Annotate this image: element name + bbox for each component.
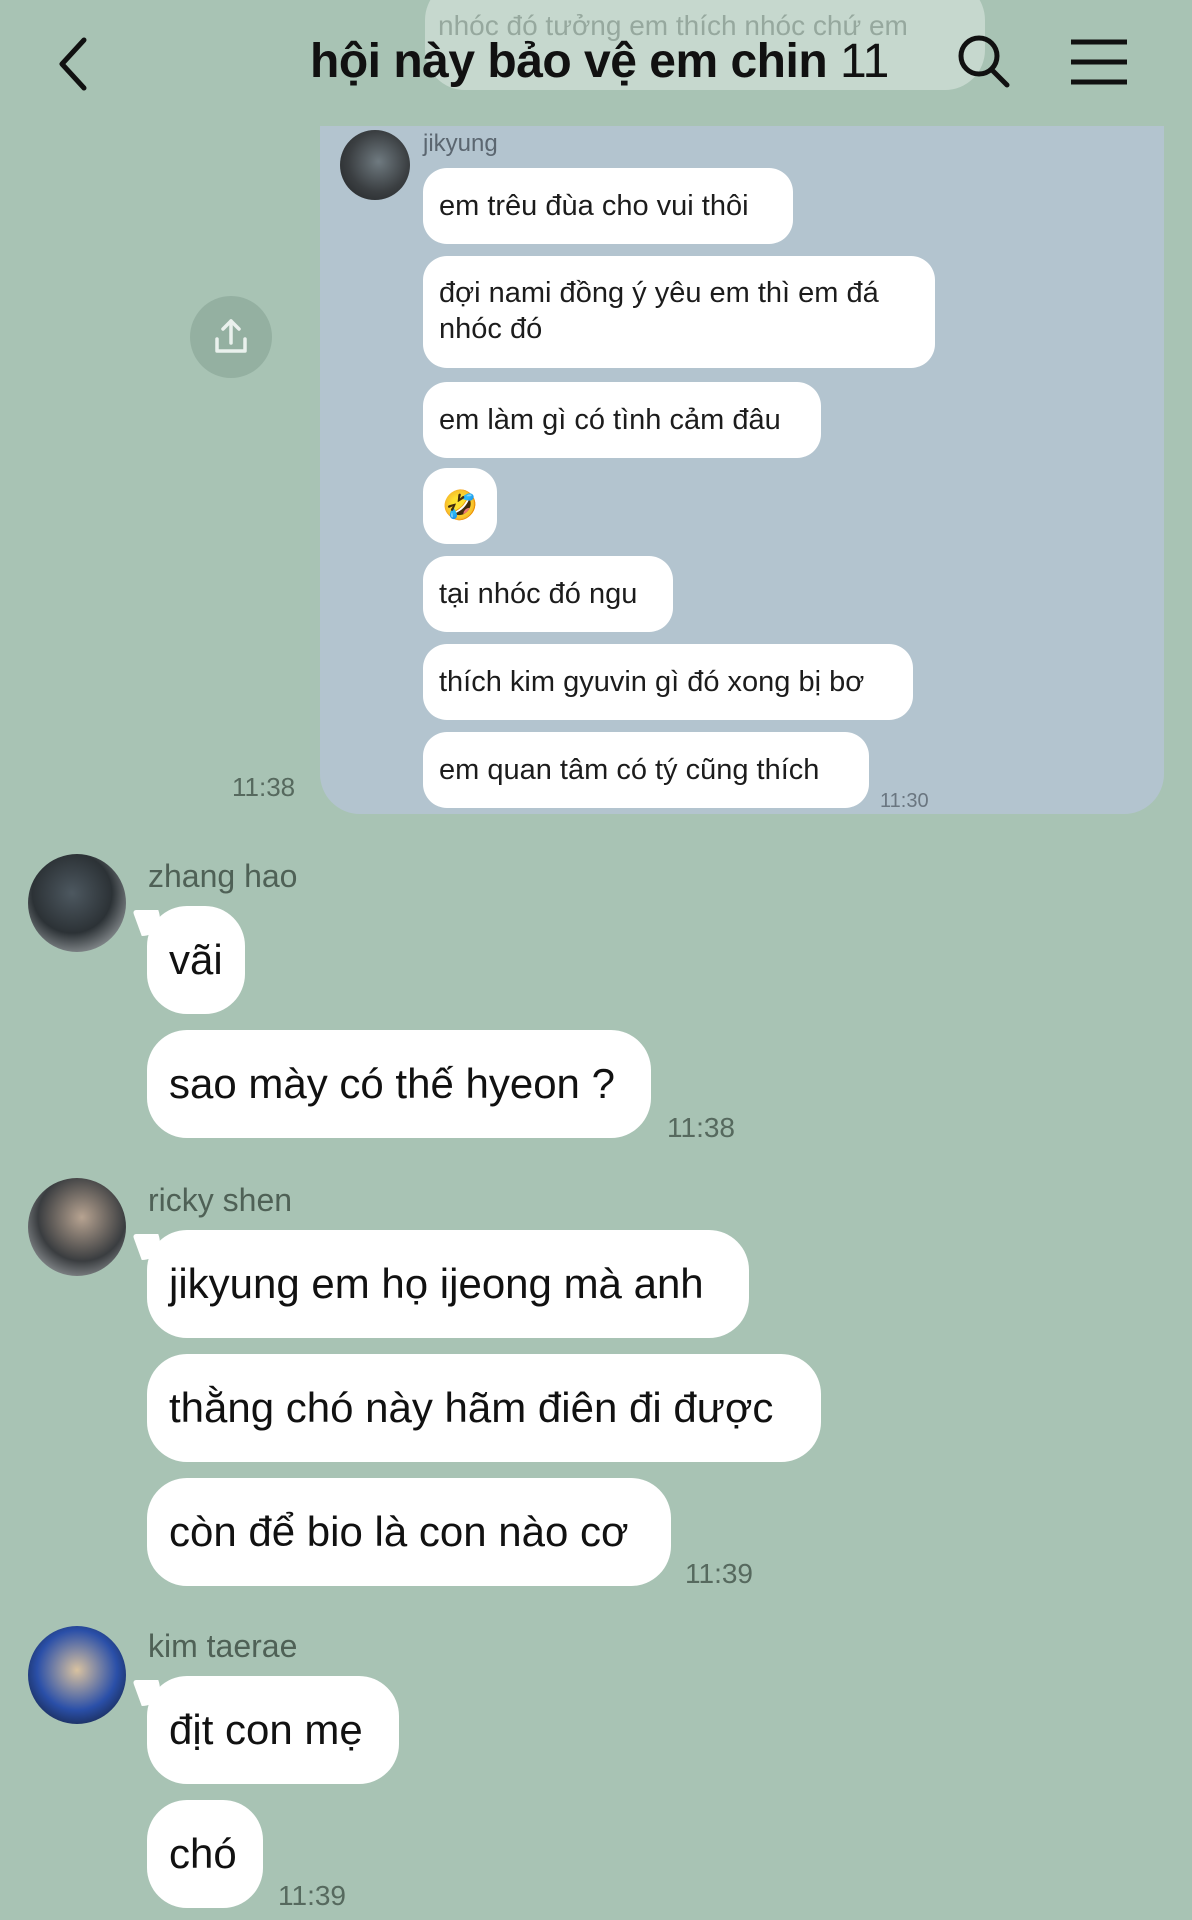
sender-name: jikyung: [423, 130, 498, 157]
message-bubble[interactable]: jikyung em họ ijeong mà anh: [147, 1230, 749, 1338]
member-count: 11: [839, 35, 889, 88]
group-name: hội này bảo vệ em chin: [310, 35, 828, 88]
chat-header: nhóc đó tưởng em thích nhóc chứ em hội n…: [0, 0, 1192, 128]
sender-name: zhang hao: [148, 858, 298, 894]
search-icon[interactable]: [955, 32, 1013, 92]
share-button[interactable]: [190, 296, 272, 378]
message-bubble[interactable]: còn để bio là con nào cơ: [147, 1478, 671, 1586]
message-bubble: thích kim gyuvin gì đó xong bị bơ: [423, 644, 913, 720]
sender-name: kim taerae: [148, 1628, 298, 1664]
message-bubble: em trêu đùa cho vui thôi: [423, 168, 793, 244]
message-bubble[interactable]: sao mày có thế hyeon ?: [147, 1030, 651, 1138]
hamburger-menu-icon[interactable]: [1068, 36, 1130, 88]
message-bubble[interactable]: địt con mẹ: [147, 1676, 399, 1784]
avatar[interactable]: [28, 854, 126, 952]
timestamp: 11:39: [278, 1880, 346, 1911]
timestamp: 11:38: [667, 1112, 735, 1143]
message-bubble[interactable]: chó: [147, 1800, 263, 1908]
emoji-bubble: 🤣: [423, 468, 497, 544]
share-icon: [215, 319, 247, 353]
timestamp: 11:38: [232, 772, 296, 802]
timestamp: 11:39: [685, 1558, 753, 1589]
message-bubble: đợi nami đồng ý yêu em thì em đá nhóc đó: [423, 256, 935, 368]
avatar[interactable]: [28, 1178, 126, 1276]
message-bubble: em làm gì có tình cảm đâu: [423, 382, 821, 458]
message-bubble: em quan tâm có tý cũng thích: [423, 732, 869, 808]
message-bubble[interactable]: vãi: [147, 906, 245, 1014]
message-bubble: tại nhóc đó ngu: [423, 556, 673, 632]
message-bubble[interactable]: thằng chó này hãm điên đi được: [147, 1354, 821, 1462]
avatar: [340, 130, 410, 200]
chat-title: hội này bảo vệ em chin 11: [310, 34, 889, 89]
forwarded-screenshot[interactable]: jikyung em trêu đùa cho vui thôi đợi nam…: [320, 126, 1164, 814]
avatar[interactable]: [28, 1626, 126, 1724]
sender-name: ricky shen: [148, 1182, 293, 1218]
chevron-left-icon[interactable]: [52, 34, 96, 94]
timestamp: 11:30: [880, 790, 929, 812]
